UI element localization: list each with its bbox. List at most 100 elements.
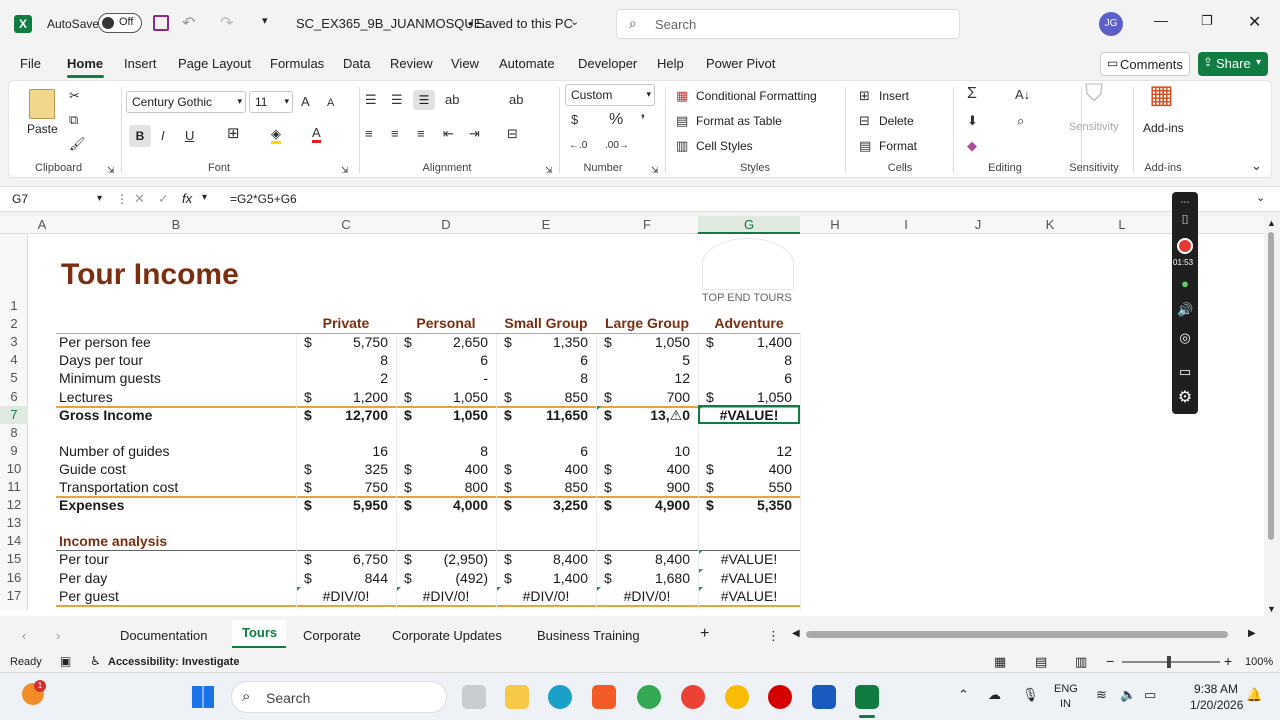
row-label[interactable]: Income analysis: [59, 532, 167, 550]
sheet-tab-tours-active[interactable]: Tours: [232, 620, 286, 648]
row-header[interactable]: 4: [0, 351, 28, 369]
value-cell[interactable]: 1,350: [496, 333, 588, 351]
fill-color-icon[interactable]: ◈: [271, 127, 281, 144]
column-header-a[interactable]: A: [28, 216, 56, 234]
zoom-thumb[interactable]: [1167, 656, 1171, 668]
row-header[interactable]: 3: [0, 333, 28, 351]
value-cell[interactable]: 12: [596, 369, 690, 387]
column-header-g[interactable]: G: [698, 216, 800, 234]
macro-record-icon[interactable]: ▣: [60, 654, 71, 668]
wifi-icon[interactable]: ≋: [1096, 687, 1107, 703]
menu-power-pivot[interactable]: Power Pivot: [706, 56, 775, 71]
value-cell[interactable]: 1,050: [396, 388, 488, 406]
row-header[interactable]: 11: [0, 478, 28, 496]
value-cell[interactable]: 8,400: [496, 550, 588, 568]
cell-styles-button[interactable]: Cell Styles: [696, 139, 753, 153]
row-label[interactable]: Lectures: [59, 388, 113, 406]
row-header[interactable]: 5: [0, 369, 28, 387]
row-label[interactable]: Gross Income: [59, 406, 152, 424]
language-secondary[interactable]: IN: [1060, 698, 1071, 710]
screen-icon[interactable]: ▭: [1177, 364, 1193, 380]
add-sheet-icon[interactable]: +: [700, 625, 709, 643]
currency-icon[interactable]: $: [571, 113, 578, 127]
increase-font-icon[interactable]: A: [301, 95, 310, 109]
chrome-profile-icon[interactable]: [681, 685, 705, 709]
dialog-launcher-icon[interactable]: ⇲: [651, 163, 659, 177]
name-box[interactable]: G7 ▾: [6, 189, 106, 209]
row-label[interactable]: Transportation cost: [59, 478, 178, 496]
value-cell[interactable]: 5,750: [296, 333, 388, 351]
file-explorer-icon[interactable]: [505, 685, 529, 709]
menu-home[interactable]: Home: [67, 56, 103, 71]
format-cells-button[interactable]: Format: [879, 139, 917, 153]
column-header-l[interactable]: L: [1086, 216, 1158, 234]
value-cell[interactable]: 2,650: [396, 333, 488, 351]
sheet-tab-corporate-updates[interactable]: Corporate Updates: [392, 628, 502, 643]
enter-icon[interactable]: ✓: [158, 191, 169, 207]
column-header-j[interactable]: J: [942, 216, 1014, 234]
redo-icon[interactable]: ↷: [220, 13, 233, 33]
error-cell[interactable]: #DIV/0!: [296, 587, 396, 605]
excel-taskbar-icon[interactable]: [855, 685, 879, 709]
value-cell[interactable]: -: [396, 369, 488, 387]
font-color-icon[interactable]: A: [312, 126, 321, 143]
value-cell[interactable]: 844: [296, 569, 388, 587]
delete-cells-icon[interactable]: ⊟: [859, 114, 870, 128]
format-as-table-icon[interactable]: ▤: [676, 114, 688, 128]
menu-automate[interactable]: Automate: [499, 56, 555, 71]
value-cell[interactable]: 1,200: [296, 388, 388, 406]
row-label[interactable]: Per day: [59, 569, 107, 587]
percent-icon[interactable]: %: [609, 112, 623, 128]
value-cell[interactable]: 1,050: [396, 406, 488, 424]
value-cell[interactable]: 400: [396, 460, 488, 478]
find-select-icon[interactable]: ⌕: [1017, 114, 1024, 128]
scroll-left-icon[interactable]: ◀: [792, 628, 800, 639]
prev-sheet-icon[interactable]: ‹: [22, 628, 26, 643]
sheet-title[interactable]: Tour Income: [61, 258, 239, 292]
value-cell[interactable]: 6: [396, 351, 488, 369]
column-header-e[interactable]: E: [496, 216, 596, 234]
value-cell[interactable]: 10: [596, 442, 690, 460]
sort-filter-icon[interactable]: A↓: [1015, 88, 1030, 102]
row-label[interactable]: Per tour: [59, 550, 109, 568]
dialog-launcher-icon[interactable]: ⇲: [107, 163, 115, 177]
header-personal[interactable]: Personal: [396, 314, 496, 332]
selected-cell-g7[interactable]: [698, 405, 800, 424]
row-header[interactable]: 10: [0, 460, 28, 478]
align-left-icon[interactable]: ≡: [365, 127, 373, 141]
copy-icon[interactable]: ⧉: [69, 113, 78, 127]
value-cell[interactable]: 6,750: [296, 550, 388, 568]
row-header[interactable]: 1: [0, 297, 28, 315]
row-label[interactable]: Number of guides: [59, 442, 170, 460]
wrap-text-icon[interactable]: ab: [509, 93, 523, 107]
undo-icon[interactable]: ↶: [182, 13, 195, 33]
dialog-launcher-icon[interactable]: ⇲: [341, 163, 349, 177]
row-header[interactable]: 12: [0, 496, 28, 514]
value-cell[interactable]: 1,050: [698, 388, 792, 406]
format-painter-icon[interactable]: 🖌: [69, 137, 86, 151]
value-cell[interactable]: 5,950: [296, 496, 388, 514]
value-cell[interactable]: 6: [496, 442, 588, 460]
increase-indent-icon[interactable]: ⇥: [469, 127, 480, 141]
menu-help[interactable]: Help: [657, 56, 684, 71]
value-cell[interactable]: 4,000: [396, 496, 488, 514]
vertical-scrollbar[interactable]: ▲ ▼: [1264, 216, 1280, 616]
speaker-icon[interactable]: 🔊: [1177, 302, 1193, 318]
cell-styles-icon[interactable]: ▥: [676, 139, 688, 153]
horizontal-scrollbar[interactable]: [806, 631, 1228, 638]
align-middle-icon[interactable]: ☰: [391, 93, 403, 107]
row-header[interactable]: 6: [0, 388, 28, 406]
paste-button[interactable]: Paste: [27, 122, 58, 136]
column-header-k[interactable]: K: [1014, 216, 1086, 234]
autosave-toggle[interactable]: Off: [98, 13, 142, 33]
addins-icon[interactable]: ▦: [1149, 81, 1174, 107]
restore-icon[interactable]: ❐: [1201, 13, 1213, 29]
notifications-icon[interactable]: 🔔: [1246, 687, 1262, 703]
scroll-up-icon[interactable]: ▲: [1267, 218, 1276, 228]
value-cell[interactable]: 8: [296, 351, 388, 369]
tray-mic-icon[interactable]: 🎙: [1022, 687, 1039, 703]
start-windows-icon[interactable]: [192, 686, 214, 708]
conditional-formatting-button[interactable]: Conditional Formatting: [696, 89, 817, 103]
recorder-app-icon[interactable]: [768, 685, 792, 709]
insert-function-icon[interactable]: fx: [182, 191, 192, 206]
